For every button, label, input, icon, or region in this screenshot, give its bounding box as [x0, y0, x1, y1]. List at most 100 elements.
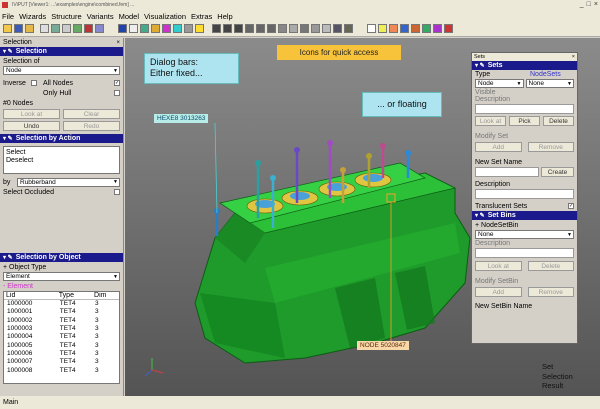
description-field-3[interactable] [475, 248, 574, 258]
deselect-icon[interactable] [389, 24, 398, 33]
light-icon[interactable] [195, 24, 204, 33]
remove-button-2[interactable]: Remove [527, 287, 574, 297]
menu-variants[interactable]: Variants [87, 12, 114, 21]
table-row[interactable]: 1000004 TET4 3 [4, 333, 119, 341]
menu-extras[interactable]: Extras [191, 12, 212, 21]
look-at-button-2[interactable]: Look at [475, 261, 522, 271]
chart-icon[interactable] [84, 24, 93, 33]
nodesets-select[interactable]: None ▼ [525, 79, 574, 88]
menu-model[interactable]: Model [119, 12, 139, 21]
look-at-button[interactable]: Look at [3, 109, 60, 119]
node-icon[interactable] [411, 24, 420, 33]
select-occluded-checkbox[interactable] [114, 189, 120, 195]
view-x-icon[interactable] [212, 24, 221, 33]
delete-button[interactable]: Delete [543, 116, 574, 126]
grid-icon[interactable] [62, 24, 71, 33]
set-icon[interactable] [433, 24, 442, 33]
selection-by-object-bar[interactable]: ▾ ✎ Selection by Object [0, 253, 123, 262]
rotate-icon[interactable] [140, 24, 149, 33]
selection-of-select[interactable]: Node ▼ [3, 66, 120, 75]
print-icon[interactable] [40, 24, 49, 33]
select-icon[interactable] [378, 24, 387, 33]
menu-visualization[interactable]: Visualization [144, 12, 186, 21]
selection-by-action-bar[interactable]: ▾ ✎ Selection by Action [0, 134, 123, 143]
action-select[interactable]: Select [4, 147, 119, 156]
translucent-checkbox[interactable]: ✓ [568, 203, 574, 209]
label-icon[interactable] [311, 24, 320, 33]
nodesetbin-label[interactable]: + NodeSetBin [472, 220, 577, 230]
view-y-icon[interactable] [223, 24, 232, 33]
view-back-icon[interactable] [267, 24, 276, 33]
set-bins-bar[interactable]: ▾ ✎ Set Bins [472, 211, 577, 220]
result-icon[interactable] [444, 24, 453, 33]
annotate-icon[interactable] [322, 24, 331, 33]
section-icon[interactable] [278, 24, 287, 33]
view-icon[interactable] [118, 24, 127, 33]
table-row[interactable]: 1000000 TET4 3 [4, 300, 119, 308]
open-icon[interactable] [3, 24, 12, 33]
create-button[interactable]: Create [541, 167, 574, 177]
inverse-checkbox[interactable] [31, 80, 37, 86]
maximize-button[interactable]: □ [587, 1, 591, 8]
element-icon[interactable] [422, 24, 431, 33]
probe-icon[interactable] [289, 24, 298, 33]
object-type-select[interactable]: Element ▼ [3, 272, 120, 281]
only-hull-checkbox[interactable] [114, 90, 120, 96]
pin-icon[interactable]: ▾ ✎ [475, 62, 485, 69]
column-dim[interactable]: Dim [92, 292, 119, 300]
look-at-button[interactable]: Look at [475, 116, 506, 126]
description-field[interactable] [475, 104, 574, 114]
wire-icon[interactable] [184, 24, 193, 33]
menu-file[interactable]: File [2, 12, 14, 21]
all-nodes-checkbox[interactable]: ✓ [114, 80, 120, 86]
folder-icon[interactable] [25, 24, 34, 33]
pick-button[interactable]: Pick [509, 116, 540, 126]
color-icon[interactable] [162, 24, 171, 33]
pick-icon[interactable] [367, 24, 376, 33]
close-icon[interactable]: × [572, 54, 575, 60]
measure-icon[interactable] [300, 24, 309, 33]
pin-icon[interactable]: ▾ ✎ [3, 135, 13, 142]
model-icon[interactable] [95, 24, 104, 33]
menu-wizards[interactable]: Wizards [19, 12, 46, 21]
label-selection[interactable]: Selection [542, 372, 573, 382]
table-row[interactable]: 1000002 TET4 3 [4, 316, 119, 324]
action-list[interactable]: Select Deselect [3, 146, 120, 174]
selection-bar[interactable]: ▾ ✎ Selection [0, 47, 123, 56]
screenshot-icon[interactable] [344, 24, 353, 33]
pin-icon[interactable]: ▾ ✎ [475, 212, 485, 219]
panel-close-icon[interactable]: × [116, 40, 120, 46]
bin-select[interactable]: None ▼ [475, 230, 574, 239]
add-button[interactable]: Add [475, 142, 522, 152]
element-row[interactable]: - Element [0, 281, 123, 291]
menu-structure[interactable]: Structure [51, 12, 81, 21]
mesh-icon[interactable] [73, 24, 82, 33]
delete-button-2[interactable]: Delete [527, 261, 574, 271]
undo-icon[interactable] [51, 24, 60, 33]
table-row[interactable]: 1000008 TET4 3 [4, 366, 119, 374]
view-iso-icon[interactable] [245, 24, 254, 33]
save-icon[interactable] [14, 24, 23, 33]
menu-help[interactable]: Help [217, 12, 232, 21]
undo-button[interactable]: Undo [3, 121, 60, 131]
type-select[interactable]: Node ▼ [475, 79, 524, 88]
sets-window-titlebar[interactable]: Sets × [472, 53, 577, 61]
minimize-button[interactable]: _ [580, 1, 584, 8]
fit-icon[interactable] [129, 24, 138, 33]
shade-icon[interactable] [173, 24, 182, 33]
column-lid[interactable]: Lid [4, 292, 57, 300]
add-button-2[interactable]: Add [475, 287, 522, 297]
camera-icon[interactable] [333, 24, 342, 33]
table-row[interactable]: 1000003 TET4 3 [4, 324, 119, 332]
description-field-2[interactable] [475, 189, 574, 199]
close-button[interactable]: × [594, 1, 598, 8]
action-deselect[interactable]: Deselect [4, 156, 119, 165]
table-row[interactable]: 1000005 TET4 3 [4, 341, 119, 349]
table-row[interactable]: 1000006 TET4 3 [4, 349, 119, 357]
zoom-icon[interactable] [151, 24, 160, 33]
column-type[interactable]: Type [56, 292, 93, 300]
pin-icon[interactable]: ▾ ✎ [3, 48, 13, 55]
label-set[interactable]: Set [542, 362, 573, 372]
by-select[interactable]: Rubberband ▼ [17, 177, 120, 187]
element-table[interactable]: Lid Type Dim 1000000 TET4 3 1000001 TET4 3 100… [3, 291, 120, 384]
